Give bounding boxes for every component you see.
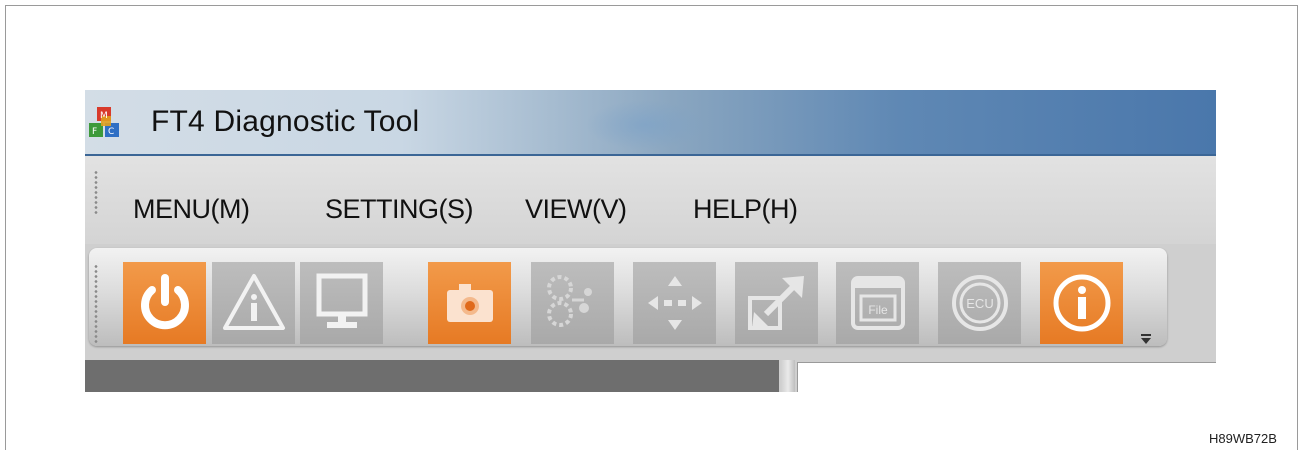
app-window: M F C FT4 Diagnostic Tool MENU(M) SETTIN… xyxy=(85,90,1216,392)
warning-button[interactable] xyxy=(212,262,295,344)
pane-splitter[interactable] xyxy=(781,360,795,392)
camera-button[interactable] xyxy=(428,262,511,344)
file-button[interactable]: File xyxy=(836,262,919,344)
menu-view[interactable]: VIEW(V) xyxy=(525,194,627,225)
move-button[interactable] xyxy=(633,262,716,344)
svg-text:File: File xyxy=(868,303,888,317)
gear-network-icon xyxy=(546,275,592,327)
toolbar-overflow-icon[interactable] xyxy=(1140,333,1152,345)
left-pane xyxy=(85,360,779,392)
file-icon: File xyxy=(850,276,905,330)
ecu-icon: ECU xyxy=(951,275,1008,331)
menu-setting[interactable]: SETTING(S) xyxy=(325,194,474,225)
info-button[interactable] xyxy=(1040,262,1123,344)
info-icon xyxy=(1053,274,1110,332)
warning-triangle-icon xyxy=(222,274,285,330)
toolbar-grip[interactable] xyxy=(94,264,98,344)
svg-text:ECU: ECU xyxy=(966,296,993,311)
monitor-button[interactable] xyxy=(300,262,383,344)
menu-bar xyxy=(85,156,1216,244)
window-title: FT4 Diagnostic Tool xyxy=(151,105,420,138)
svg-text:C: C xyxy=(108,127,114,137)
power-button[interactable] xyxy=(123,262,206,344)
menubar-grip[interactable] xyxy=(94,170,98,214)
power-icon xyxy=(140,274,189,330)
svg-text:F: F xyxy=(92,127,97,137)
move-arrows-icon xyxy=(647,276,702,330)
expand-button[interactable] xyxy=(735,262,818,344)
gear-network-button[interactable] xyxy=(531,262,614,344)
right-pane xyxy=(797,362,1216,392)
figure-code: H89WB72B xyxy=(1209,431,1277,446)
menu-menu[interactable]: MENU(M) xyxy=(133,194,250,225)
app-logo-icon: M F C xyxy=(89,107,119,137)
camera-icon xyxy=(446,284,493,322)
svg-text:M: M xyxy=(100,111,108,121)
expand-arrows-icon xyxy=(747,276,804,330)
monitor-icon xyxy=(316,273,367,328)
ecu-button[interactable]: ECU xyxy=(938,262,1021,344)
title-bar: M F C FT4 Diagnostic Tool xyxy=(85,90,1216,156)
menu-help[interactable]: HELP(H) xyxy=(693,194,798,225)
